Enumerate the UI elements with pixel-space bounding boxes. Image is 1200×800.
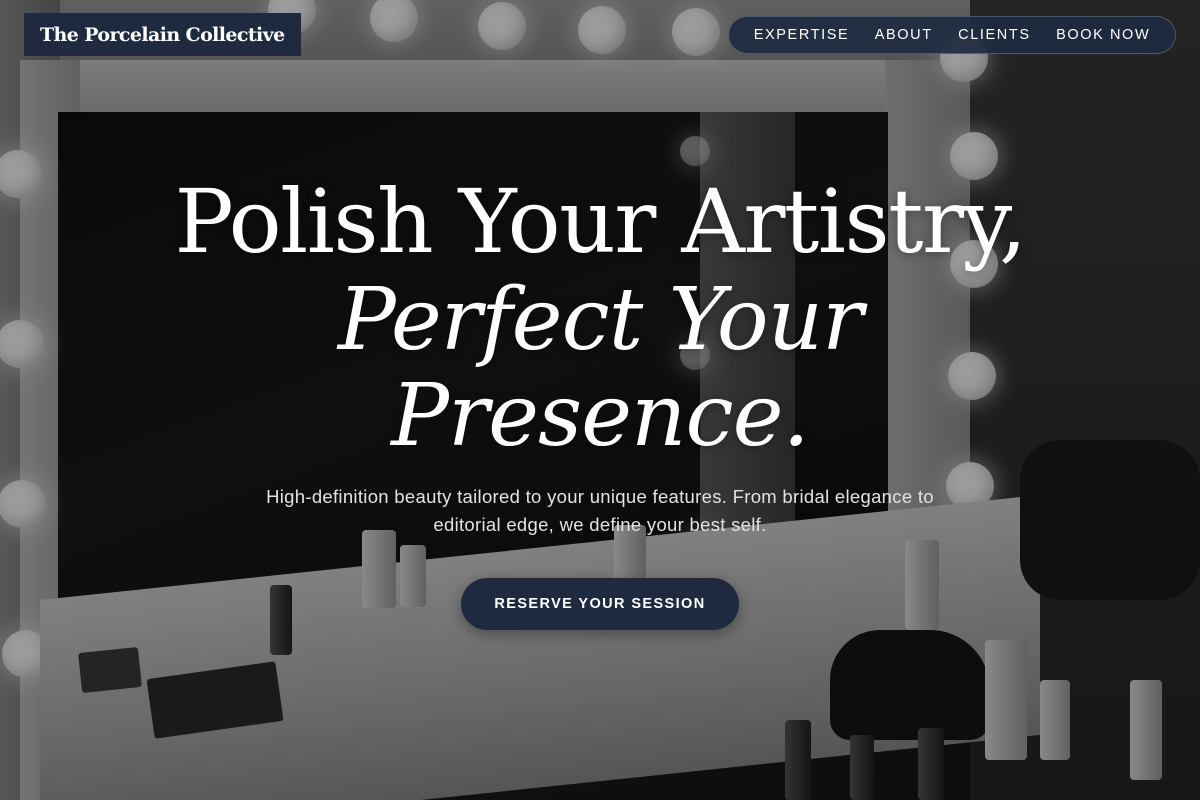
hero-title: Polish Your Artistry, Perfect Your Prese… (0, 170, 1200, 466)
hero-subtitle: High-definition beauty tailored to your … (266, 486, 934, 535)
hero-title-line-2: Perfect Your (337, 270, 863, 370)
hero-title-line-3: Presence. (391, 366, 810, 466)
main-nav: EXPERTISE ABOUT CLIENTS BOOK NOW (728, 16, 1176, 54)
reserve-session-button[interactable]: RESERVE YOUR SESSION (461, 578, 739, 630)
nav-item-about[interactable]: ABOUT (875, 27, 933, 43)
reserve-session-label: RESERVE YOUR SESSION (494, 596, 706, 612)
hero-title-line-1: Polish Your Artistry, (174, 170, 1027, 273)
brand-logo[interactable]: The Porcelain Collective (24, 13, 301, 56)
nav-item-expertise[interactable]: EXPERTISE (754, 27, 850, 43)
nav-item-clients[interactable]: CLIENTS (958, 27, 1030, 43)
brand-name: The Porcelain Collective (40, 23, 285, 46)
nav-item-book-now[interactable]: BOOK NOW (1056, 27, 1150, 43)
